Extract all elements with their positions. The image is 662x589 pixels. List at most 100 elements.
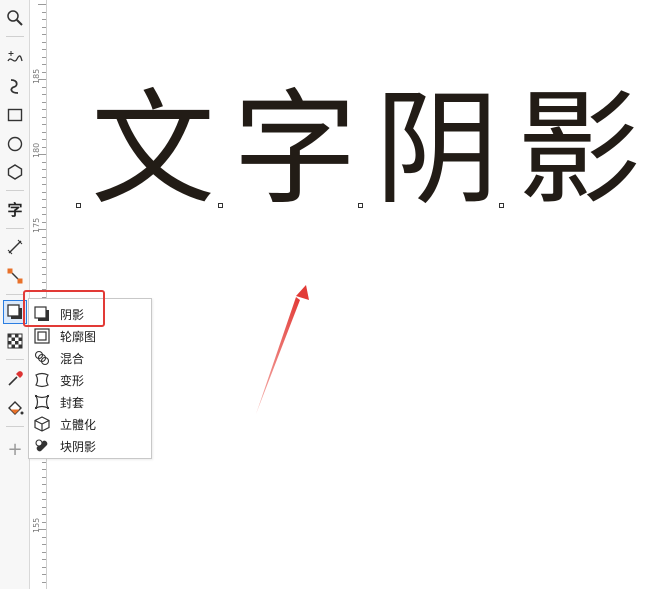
- text-tool[interactable]: 字: [3, 198, 27, 222]
- interactive-fill-tool[interactable]: [3, 396, 27, 420]
- flyout-item-blend[interactable]: 混合: [33, 347, 147, 369]
- ruler-tick: [42, 469, 46, 470]
- artistic-media-tool[interactable]: [3, 74, 27, 98]
- flyout-item-block-shadow[interactable]: 块阴影: [33, 435, 147, 457]
- annotation-arrow-shaft: [256, 297, 300, 414]
- contour-icon: [33, 327, 51, 345]
- canvas-text-object[interactable]: 文 字 阴 影: [82, 88, 650, 212]
- blend-icon: [33, 349, 51, 367]
- connector-tool[interactable]: [3, 264, 27, 288]
- ruler-tick: [42, 281, 46, 283]
- ruler-tick: [42, 94, 46, 95]
- ruler-label: 185: [32, 68, 41, 84]
- ruler-tick: [42, 574, 46, 575]
- glyph-node-handle[interactable]: [358, 203, 363, 208]
- ruler-tick: [42, 214, 46, 215]
- flyout-item-extrude[interactable]: 立體化: [33, 413, 147, 435]
- ruler-label: 180: [32, 142, 41, 158]
- ruler-tick: [42, 521, 46, 523]
- ruler-tick: [42, 64, 46, 65]
- rectangle-tool[interactable]: [3, 103, 27, 127]
- flyout-item-label: 封套: [60, 395, 85, 410]
- ruler-tick: [42, 19, 46, 20]
- ellipse-tool[interactable]: [3, 132, 27, 156]
- ruler-tick: [42, 34, 46, 35]
- ruler-tick: [42, 566, 46, 568]
- ruler-tick: [42, 236, 46, 238]
- toolbox-separator: [6, 359, 24, 360]
- flyout-item-label: 轮廓图: [60, 329, 97, 344]
- toolbox-separator: [6, 190, 24, 191]
- drop-shadow-tool-icon: [7, 304, 22, 319]
- glyph-node-handle[interactable]: [499, 203, 504, 208]
- flyout-item-contour[interactable]: 轮廓图: [33, 325, 147, 347]
- polygon-icon: [7, 164, 23, 180]
- ruler-tick: [42, 176, 46, 178]
- freehand-icon: [7, 51, 23, 62]
- ruler-tick: [42, 199, 46, 200]
- flyout-item-envelope[interactable]: 封套: [33, 391, 147, 413]
- dimension-icon: [7, 239, 23, 255]
- ruler-tick: [42, 266, 46, 268]
- ruler-tick: [42, 26, 46, 28]
- flyout-item-label: 变形: [60, 373, 85, 388]
- ruler-tick: [42, 506, 46, 508]
- ruler-tick: [42, 476, 46, 478]
- canvas-glyph: 阴: [374, 78, 499, 222]
- block-shadow-icon: [33, 437, 51, 455]
- polygon-tool[interactable]: [3, 160, 27, 184]
- freehand-tool[interactable]: [3, 46, 27, 70]
- fill-bucket-icon: [8, 401, 24, 415]
- dimension-tool[interactable]: [3, 235, 27, 259]
- ruler-tick: [42, 551, 46, 553]
- flyout-item-distort[interactable]: 变形: [33, 369, 147, 391]
- flyout-item-label: 混合: [60, 351, 85, 366]
- artistic-media-icon: [10, 79, 19, 94]
- flyout-item-label: 立體化: [60, 417, 97, 432]
- ruler-tick: [42, 221, 46, 223]
- add-tool-button[interactable]: +: [3, 438, 27, 462]
- ellipse-icon: [7, 136, 23, 152]
- ruler-tick: [38, 79, 46, 80]
- ruler-tick: [42, 169, 46, 170]
- ruler-tick: [42, 191, 46, 193]
- canvas-glyph: 影: [516, 78, 641, 222]
- transparency-tool[interactable]: [3, 329, 27, 353]
- distort-icon: [33, 371, 51, 389]
- transparency-icon: [7, 333, 23, 349]
- ruler-tick: [42, 161, 46, 163]
- connector-icon: [7, 268, 23, 284]
- ruler-tick: [42, 124, 46, 125]
- ruler-tick: [38, 529, 46, 530]
- ruler-tick: [42, 259, 46, 260]
- eyedropper-tool[interactable]: [3, 367, 27, 391]
- eyedropper-icon: [8, 371, 23, 386]
- toolbox-separator: [6, 294, 24, 295]
- ruler-tick: [42, 461, 46, 463]
- zoom-tool[interactable]: [3, 6, 27, 30]
- ruler-tick: [42, 56, 46, 58]
- ruler-tick: [42, 484, 46, 485]
- ruler-tick: [42, 559, 46, 560]
- ruler-tick: [42, 116, 46, 118]
- ruler-tick: [42, 101, 46, 103]
- envelope-icon: [33, 393, 51, 411]
- ruler-tick: [42, 491, 46, 493]
- ruler-tick: [42, 581, 46, 583]
- ruler-tick: [42, 11, 46, 13]
- ruler-tick: [42, 146, 46, 148]
- zoom-icon: [7, 10, 23, 26]
- extrude-icon: [33, 415, 51, 433]
- ruler-label: 155: [32, 517, 41, 533]
- glyph-node-handle[interactable]: [218, 203, 223, 208]
- toolbox-separator: [6, 36, 24, 37]
- ruler-tick: [42, 49, 46, 50]
- glyph-node-handle[interactable]: [76, 203, 81, 208]
- toolbox-separator: [6, 426, 24, 427]
- add-icon: +: [7, 439, 23, 460]
- toolbox-separator: [6, 228, 24, 229]
- ruler-tick: [38, 229, 46, 230]
- ruler-tick: [42, 206, 46, 208]
- ruler-tick: [42, 544, 46, 545]
- ruler-label: 175: [32, 217, 41, 233]
